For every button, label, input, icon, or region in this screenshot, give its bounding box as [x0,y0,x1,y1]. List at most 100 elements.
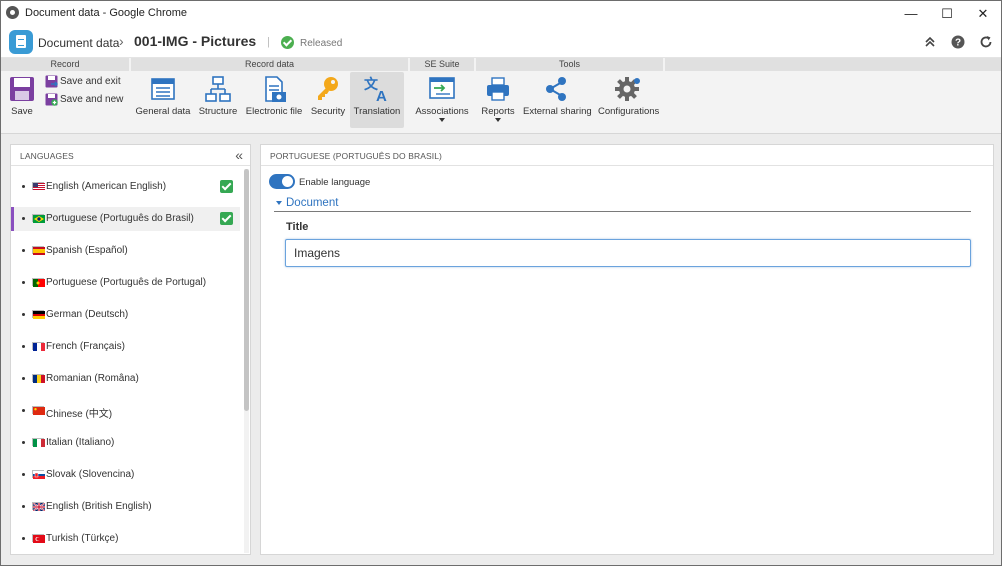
breadcrumb-document-data[interactable]: Document data [38,36,119,50]
flag-us-icon [32,182,45,191]
status-released-icon [281,36,294,49]
reports-dropdown-icon [495,118,501,122]
flag-gb-icon [32,502,46,512]
language-item-fr[interactable]: French (Français) [11,335,240,359]
associations-button[interactable]: Associations [413,75,471,122]
flag-es-icon [32,246,45,255]
ribbon-group-se-suite: SE Suite [410,58,474,71]
language-label: English (British English) [46,501,152,512]
language-label: Portuguese (Português do Brasil) [46,213,194,224]
title-input[interactable] [285,239,971,267]
enable-language-toggle[interactable] [269,174,295,189]
general-data-button[interactable]: General data [135,75,191,117]
structure-button[interactable]: Structure [198,75,238,117]
configurations-button[interactable]: Configurations [598,75,659,117]
language-item-cn[interactable]: Chinese (中文) [11,399,240,423]
languages-panel-title: LANGUAGES [11,145,250,166]
language-item-ro[interactable]: Romanian (Româna) [11,367,240,391]
flag-de-icon [32,310,45,319]
section-collapse-icon[interactable] [276,201,282,205]
language-item-es[interactable]: Spanish (Español) [11,239,240,263]
svg-text:A: A [376,88,387,103]
chrome-icon [6,6,19,19]
list-bullet [22,217,25,220]
language-label: German (Deutsch) [46,309,129,320]
external-sharing-button[interactable]: External sharing [523,75,592,117]
language-item-de[interactable]: German (Deutsch) [11,303,240,327]
list-bullet [22,537,25,540]
general-data-label: General data [135,106,191,117]
save-and-new-label: Save and new [60,94,124,106]
electronic-file-button[interactable]: Electronic file [245,75,303,117]
breadcrumb-separator-icon: › [119,33,124,49]
ribbon-group-tools: Tools [476,58,663,71]
list-bullet [22,345,25,348]
general-data-icon [151,78,175,100]
save-and-new-icon [45,93,58,106]
ribbon-group-record: Record [1,58,129,71]
maximize-button[interactable]: ☐ [929,1,965,26]
ribbon-group-empty [665,58,1001,71]
list-bullet [22,505,25,508]
associations-icon [429,77,455,99]
list-bullet [22,473,25,476]
language-item-tr[interactable]: Turkish (Türkçe) [11,527,240,551]
section-divider [274,211,971,212]
language-enabled-check-icon [220,180,233,193]
refresh-icon[interactable] [979,35,993,49]
save-icon [10,77,34,101]
page-title: 001-IMG - Pictures [134,33,257,49]
translation-button[interactable]: 文 A Translation [350,72,404,128]
language-enabled-check-icon [220,212,233,225]
list-bullet [22,313,25,316]
document-section-title[interactable]: Document [286,197,338,209]
language-detail-title: PORTUGUESE (PORTUGUÊS DO BRASIL) [261,145,993,166]
list-bullet [22,377,25,380]
language-item-pt[interactable]: Portuguese (Português de Portugal) [11,271,240,295]
printer-icon [487,77,509,101]
flag-br-icon [32,214,45,223]
flag-tr-icon [32,534,45,543]
browser-window: Document data - Google Chrome — ☐ ✕ Docu… [0,0,1002,566]
flag-ro-icon [32,374,45,383]
language-label: Spanish (Español) [46,245,128,256]
help-icon[interactable]: ? [951,35,965,49]
language-item-us[interactable]: English (American English) [11,175,240,199]
language-label: Turkish (Türkçe) [46,533,119,544]
ribbon-group-record-data: Record data [131,58,408,71]
save-and-exit-button[interactable]: Save and exit [45,75,121,88]
reports-button[interactable]: Reports [479,75,517,122]
translation-label: Translation [353,106,401,117]
window-titlebar: Document data - Google Chrome — ☐ ✕ [1,1,1001,26]
save-and-exit-icon [45,75,59,88]
language-item-it[interactable]: Italian (Italiano) [11,431,240,455]
language-label: Romanian (Româna) [46,373,139,384]
collapse-header-icon[interactable] [923,35,937,49]
list-bullet [22,281,25,284]
gear-icon [615,77,640,101]
language-item-gb[interactable]: English (British English) [11,495,240,519]
save-button[interactable]: Save [7,75,37,117]
collapse-panel-icon[interactable]: « [235,147,243,163]
title-field-label: Title [286,221,309,233]
flag-it-icon [32,438,45,447]
language-label: English (American English) [46,181,167,192]
close-button[interactable]: ✕ [965,1,1001,26]
save-and-new-button[interactable]: Save and new [45,93,123,106]
electronic-file-label: Electronic file [245,106,303,117]
flag-fr-icon [32,342,45,351]
status-badge: Released [300,38,343,49]
enable-language-label: Enable language [299,177,371,188]
associations-label: Associations [415,106,469,117]
language-item-br[interactable]: Portuguese (Português do Brasil) [11,207,240,231]
app-header: Document data › 001-IMG - Pictures | Rel… [1,26,1001,58]
security-label: Security [310,106,346,117]
ribbon-toolbar: Record Record data SE Suite Tools Save S… [1,58,1001,134]
language-item-sk[interactable]: Slovak (Slovencina) [11,463,240,487]
share-icon [546,77,566,101]
security-button[interactable]: Security [309,75,347,117]
minimize-button[interactable]: — [893,1,929,26]
electronic-file-icon [265,76,286,102]
list-bullet [22,249,25,252]
languages-scrollbar-thumb[interactable] [244,169,249,411]
